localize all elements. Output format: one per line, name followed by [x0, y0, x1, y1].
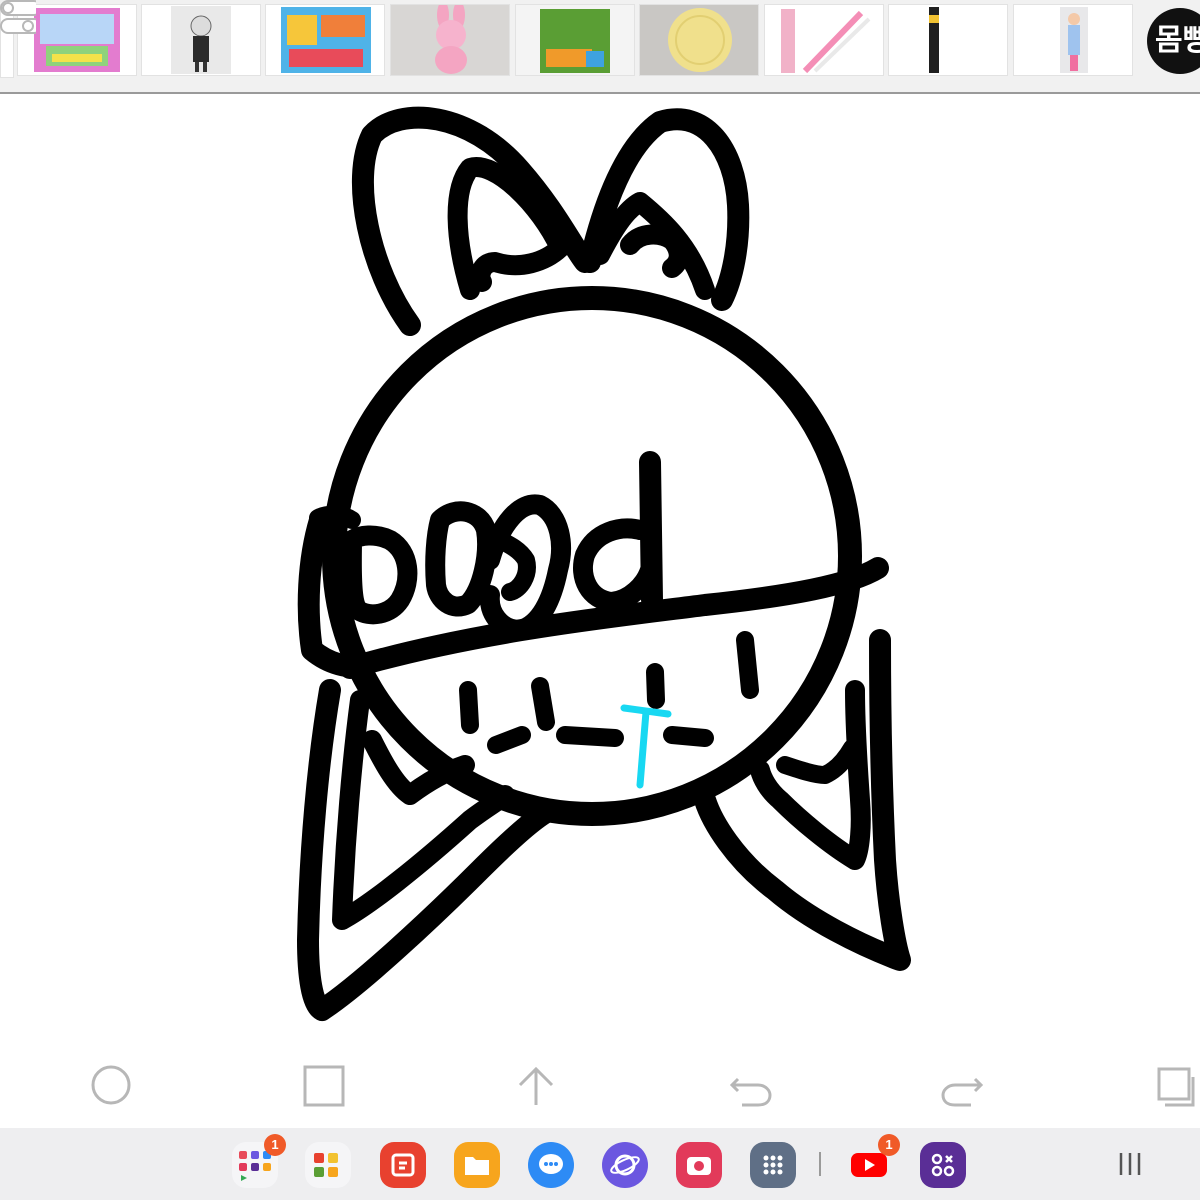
drawing-canvas[interactable] — [0, 0, 1200, 1125]
camera-app-icon[interactable] — [676, 1142, 722, 1188]
notification-badge: 1 — [878, 1134, 900, 1156]
notes-app-icon[interactable] — [380, 1142, 426, 1188]
square-tool-icon[interactable] — [298, 1060, 348, 1110]
app-folder-1[interactable]: 1 — [232, 1134, 286, 1188]
taskbar — [0, 1128, 1200, 1200]
taskbar-divider — [819, 1152, 821, 1176]
files-app-icon[interactable] — [454, 1142, 500, 1188]
app-folder-2[interactable] — [305, 1142, 351, 1188]
apps-drawer-icon[interactable] — [750, 1142, 796, 1188]
cyan-stroke — [620, 704, 672, 789]
youtube-app-icon[interactable]: 1 — [846, 1134, 900, 1188]
notification-badge: 1 — [264, 1134, 286, 1156]
circle-tool-icon[interactable] — [86, 1060, 136, 1110]
tool-bar — [0, 1050, 1200, 1125]
undo-icon[interactable] — [725, 1060, 775, 1110]
toggle-settings-icon[interactable] — [0, 0, 36, 34]
layers-icon[interactable] — [1148, 1060, 1198, 1110]
messages-app-icon[interactable] — [528, 1142, 574, 1188]
arrow-up-tool-icon[interactable] — [511, 1060, 561, 1110]
internet-app-icon[interactable] — [602, 1142, 648, 1188]
drawing-strokes — [297, 106, 911, 1021]
game-launcher-icon[interactable] — [920, 1142, 966, 1188]
recents-button-icon[interactable] — [1110, 1150, 1150, 1178]
redo-icon[interactable] — [938, 1060, 988, 1110]
